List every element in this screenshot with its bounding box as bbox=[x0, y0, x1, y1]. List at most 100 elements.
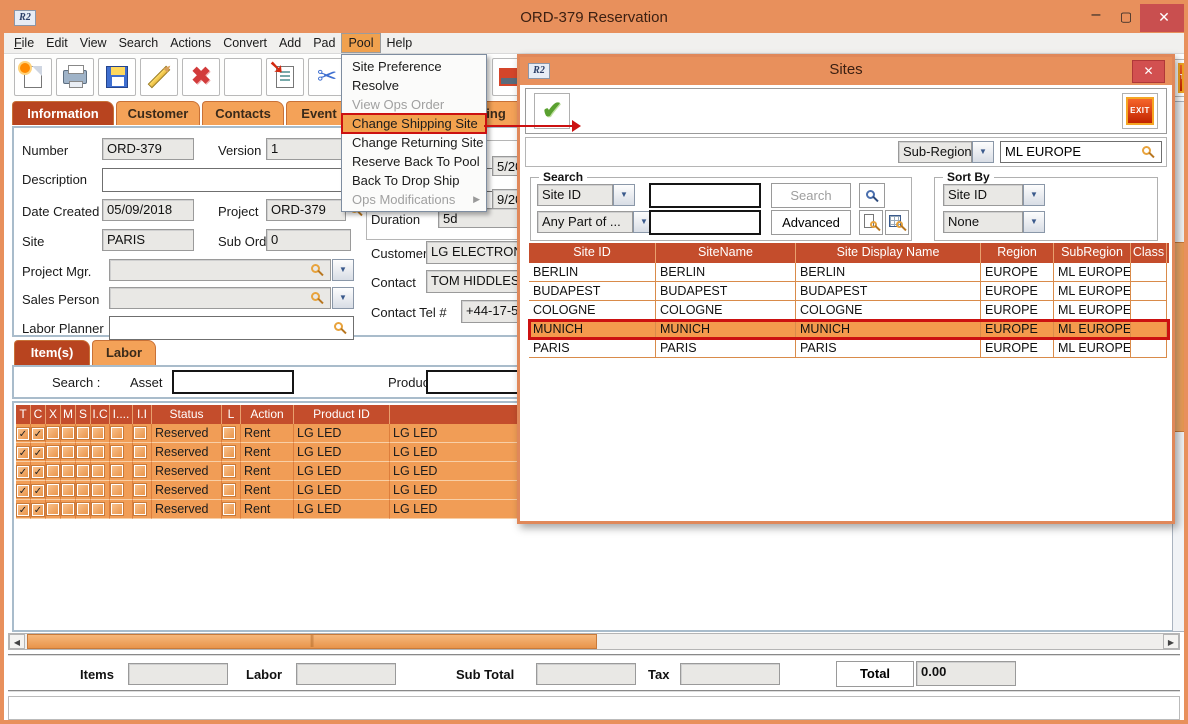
tab-contacts[interactable]: Contacts bbox=[202, 101, 284, 125]
pool-menu-item-back-to-drop-ship[interactable]: Back To Drop Ship bbox=[342, 171, 486, 190]
labor-planner-input[interactable] bbox=[109, 316, 354, 340]
menu-item-view[interactable]: View bbox=[74, 33, 113, 53]
col-header-i....[interactable]: I.... bbox=[110, 405, 133, 424]
checkbox-c[interactable]: ✓ bbox=[32, 485, 44, 497]
scroll-right-arrow[interactable]: ▶ bbox=[1163, 634, 1179, 649]
labor-planner-search-icon[interactable] bbox=[334, 322, 343, 331]
total-button[interactable]: Total bbox=[836, 661, 914, 687]
menu-item-convert[interactable]: Convert bbox=[217, 33, 273, 53]
maximize-button[interactable]: ▢ bbox=[1112, 4, 1140, 32]
advanced-value-input[interactable] bbox=[649, 210, 761, 235]
sales-person-search-icon[interactable] bbox=[311, 292, 320, 301]
filter-selector-field[interactable]: Sub-Region bbox=[898, 141, 972, 163]
tab-items[interactable]: Item(s) bbox=[14, 340, 90, 365]
menu-item-edit[interactable]: Edit bbox=[40, 33, 74, 53]
checkbox-x[interactable] bbox=[47, 446, 59, 458]
find-binoculars-icon[interactable] bbox=[224, 58, 262, 96]
pool-menu-item-change-shipping-site[interactable]: Change Shipping Site bbox=[342, 114, 486, 133]
checkbox-s[interactable] bbox=[77, 503, 89, 515]
checkbox-i.i[interactable] bbox=[134, 503, 146, 515]
advanced-button[interactable]: Advanced bbox=[771, 210, 851, 235]
print-icon[interactable] bbox=[56, 58, 94, 96]
col-header-t[interactable]: T bbox=[16, 405, 31, 424]
checkbox-m[interactable] bbox=[62, 503, 74, 515]
sites-col-header-region[interactable]: Region bbox=[981, 243, 1054, 263]
checkbox-s[interactable] bbox=[77, 446, 89, 458]
checkbox-x[interactable] bbox=[47, 427, 59, 439]
sort-primary-field[interactable]: Site ID bbox=[943, 184, 1023, 206]
sort-secondary-field[interactable]: None bbox=[943, 211, 1023, 233]
filter-selector-dropdown[interactable]: ▼ bbox=[972, 141, 994, 163]
checkbox-i....[interactable] bbox=[111, 465, 123, 477]
checkbox-i....[interactable] bbox=[111, 446, 123, 458]
col-header-product-id[interactable]: Product ID bbox=[294, 405, 390, 424]
checkbox-i.i[interactable] bbox=[134, 465, 146, 477]
lookup-icon-button[interactable] bbox=[859, 183, 885, 208]
search-button[interactable]: Search bbox=[771, 183, 851, 208]
sort-primary-dropdown[interactable]: ▼ bbox=[1023, 184, 1045, 206]
checkbox-t[interactable]: ✓ bbox=[17, 504, 29, 516]
sites-dialog-close-button[interactable]: ✕ bbox=[1132, 60, 1165, 83]
sites-col-header-sitename[interactable]: SiteName bbox=[656, 243, 796, 263]
results-grid-icon-button[interactable] bbox=[885, 210, 909, 235]
col-header-x[interactable]: X bbox=[46, 405, 61, 424]
checkbox-l[interactable] bbox=[223, 465, 235, 477]
exit-button[interactable]: EXIT bbox=[1122, 93, 1158, 129]
project-mgr-search-icon[interactable] bbox=[311, 264, 320, 273]
checkbox-c[interactable]: ✓ bbox=[32, 447, 44, 459]
sites-table-row[interactable]: BUDAPESTBUDAPESTBUDAPESTEUROPEML EUROPE bbox=[529, 282, 1169, 301]
search-value-input[interactable] bbox=[649, 183, 761, 208]
checkbox-c[interactable]: ✓ bbox=[32, 504, 44, 516]
col-header-m[interactable]: M bbox=[61, 405, 76, 424]
minimize-button[interactable]: – bbox=[1082, 4, 1110, 32]
checkbox-i.i[interactable] bbox=[134, 446, 146, 458]
checkbox-t[interactable]: ✓ bbox=[17, 485, 29, 497]
asset-input[interactable] bbox=[172, 370, 294, 394]
sites-col-header-subregion[interactable]: SubRegion bbox=[1054, 243, 1131, 263]
project-mgr-dropdown[interactable]: ▼ bbox=[332, 259, 354, 281]
checkbox-x[interactable] bbox=[47, 465, 59, 477]
search-match-selector[interactable]: Any Part of ... bbox=[537, 211, 633, 233]
menu-item-pool[interactable]: Pool bbox=[341, 33, 380, 53]
sort-secondary-dropdown[interactable]: ▼ bbox=[1023, 211, 1045, 233]
sites-col-header-class[interactable]: Class bbox=[1131, 243, 1167, 263]
checkbox-x[interactable] bbox=[47, 503, 59, 515]
sites-col-header-site-id[interactable]: Site ID bbox=[529, 243, 656, 263]
filter-search-icon[interactable] bbox=[1142, 146, 1151, 155]
pool-menu-item-view-ops-order[interactable]: View Ops Order bbox=[342, 95, 486, 114]
sites-table-row[interactable]: COLOGNECOLOGNECOLOGNEEUROPEML EUROPE bbox=[529, 301, 1169, 320]
delete-icon[interactable]: ✖ bbox=[182, 58, 220, 96]
close-button[interactable]: ✕ bbox=[1140, 4, 1188, 32]
pool-menu-item-ops-modifications[interactable]: Ops Modifications▶ bbox=[342, 190, 486, 209]
checkbox-i.i[interactable] bbox=[134, 484, 146, 496]
sites-table-row[interactable]: MUNICHMUNICHMUNICHEUROPEML EUROPE bbox=[529, 320, 1169, 339]
checkbox-i.c[interactable] bbox=[92, 465, 104, 477]
sites-table-row[interactable]: BERLINBERLINBERLINEUROPEML EUROPE bbox=[529, 263, 1169, 282]
checkbox-c[interactable]: ✓ bbox=[32, 466, 44, 478]
menu-item-actions[interactable]: Actions bbox=[164, 33, 217, 53]
new-document-icon[interactable] bbox=[14, 58, 52, 96]
checkbox-x[interactable] bbox=[47, 484, 59, 496]
checkbox-s[interactable] bbox=[77, 427, 89, 439]
checkbox-s[interactable] bbox=[77, 484, 89, 496]
menu-item-help[interactable]: Help bbox=[381, 33, 419, 53]
confirm-check-button[interactable]: ✔ bbox=[534, 93, 570, 129]
checkbox-l[interactable] bbox=[223, 484, 235, 496]
col-header-status[interactable]: Status bbox=[152, 405, 222, 424]
pool-menu-item-reserve-back-to-pool[interactable]: Reserve Back To Pool bbox=[342, 152, 486, 171]
checkbox-i....[interactable] bbox=[111, 427, 123, 439]
checkbox-t[interactable]: ✓ bbox=[17, 428, 29, 440]
checkbox-i.c[interactable] bbox=[92, 484, 104, 496]
menu-item-file[interactable]: File bbox=[8, 33, 40, 53]
filter-query-input[interactable]: ML EUROPE bbox=[1000, 141, 1162, 163]
view-query-icon-button[interactable] bbox=[859, 210, 883, 235]
checkbox-i.c[interactable] bbox=[92, 503, 104, 515]
checkbox-i.i[interactable] bbox=[134, 427, 146, 439]
checkbox-i....[interactable] bbox=[111, 503, 123, 515]
sites-col-header-site-display-name[interactable]: Site Display Name bbox=[796, 243, 981, 263]
checkbox-m[interactable] bbox=[62, 446, 74, 458]
checkbox-l[interactable] bbox=[223, 427, 235, 439]
main-exit-button-partial[interactable]: T bbox=[1174, 59, 1188, 97]
edit-pencil-icon[interactable] bbox=[140, 58, 178, 96]
col-header-c[interactable]: C bbox=[31, 405, 46, 424]
